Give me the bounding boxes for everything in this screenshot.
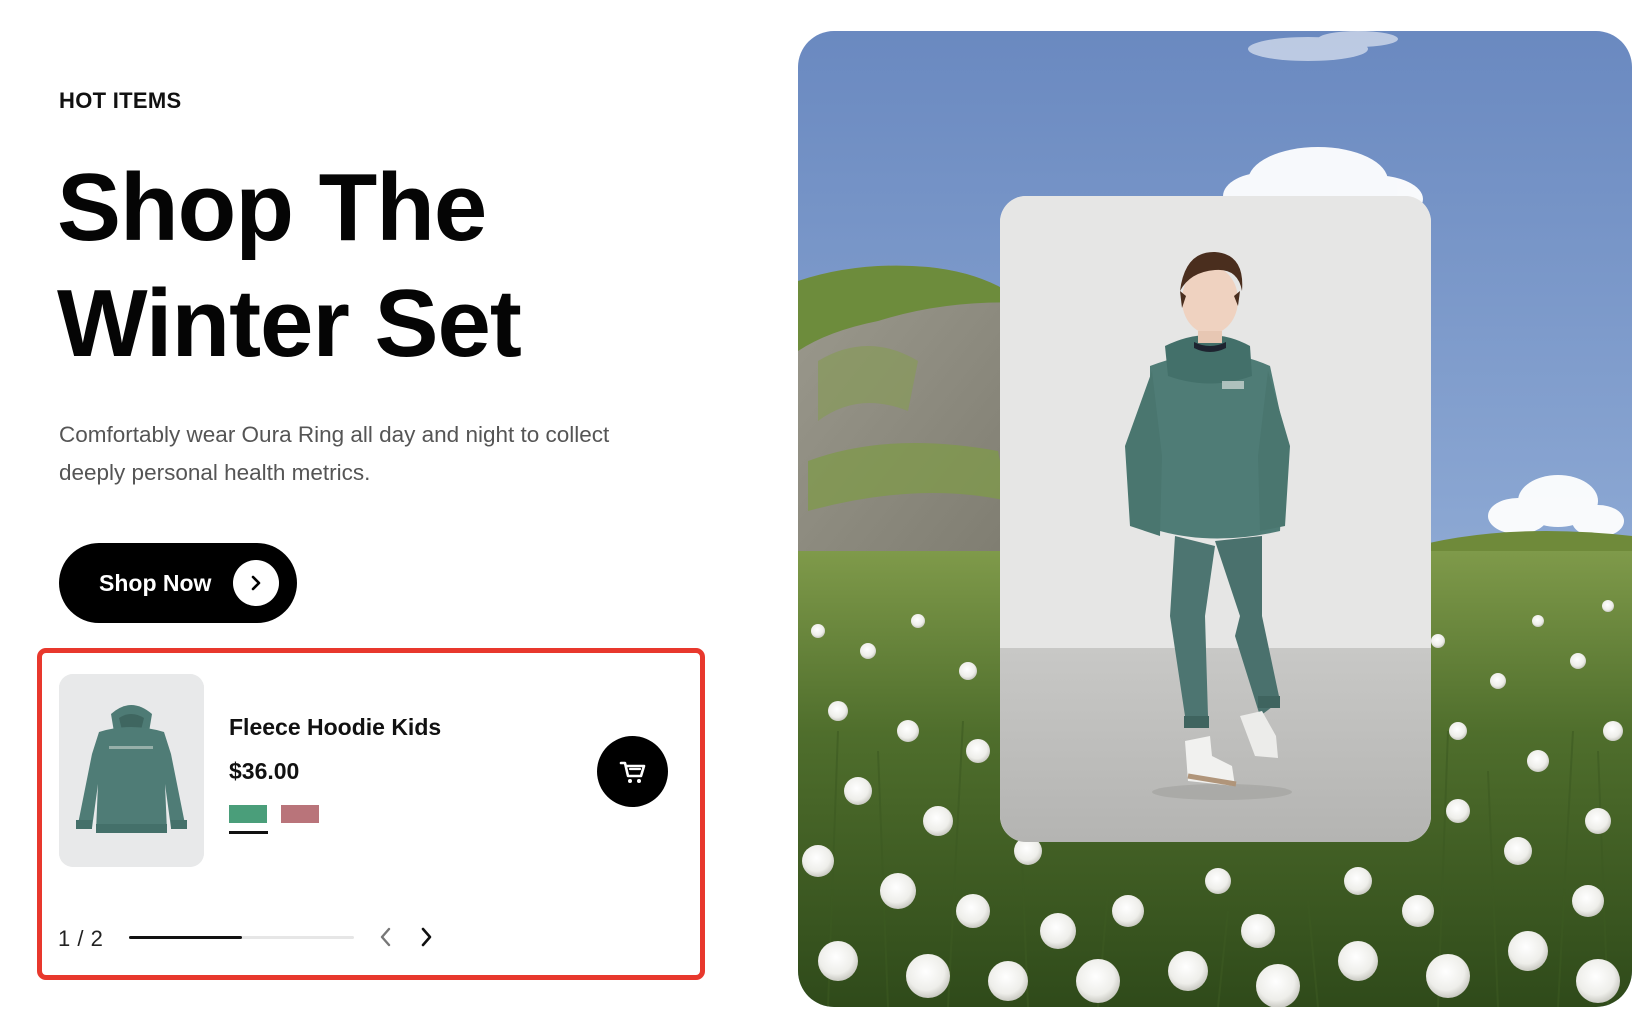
carousel-progress-fill (129, 936, 242, 939)
page-title: Shop The Winter Set (57, 154, 522, 377)
chevron-right-icon (233, 560, 279, 606)
product-price: $36.00 (229, 758, 300, 784)
carousel-next-button[interactable] (411, 922, 441, 952)
shop-now-button[interactable]: Shop Now (59, 543, 297, 623)
product-name[interactable]: Fleece Hoodie Kids (229, 714, 441, 741)
model-image (1000, 196, 1431, 842)
swatch-green[interactable] (229, 805, 267, 823)
hero-description: Comfortably wear Oura Ring all day and n… (59, 422, 610, 485)
chevron-left-icon (380, 927, 391, 947)
product-thumbnail[interactable] (59, 674, 204, 867)
swatch-rose[interactable] (281, 805, 319, 823)
page: HOT ITEMS Shop The Winter Set Comfortabl… (0, 0, 1650, 1028)
selected-swatch-indicator (229, 831, 268, 834)
chevron-right-icon (421, 927, 432, 947)
hoodie-thumbnail-icon (59, 674, 204, 867)
cart-icon (619, 761, 645, 783)
shop-now-label: Shop Now (99, 569, 212, 596)
carousel-progress-bar (129, 936, 354, 939)
carousel-prev-button[interactable] (371, 922, 401, 952)
add-to-cart-button[interactable] (597, 736, 668, 807)
pagination-label: 1 / 2 (58, 926, 104, 951)
eyebrow-label: HOT ITEMS (59, 88, 182, 113)
